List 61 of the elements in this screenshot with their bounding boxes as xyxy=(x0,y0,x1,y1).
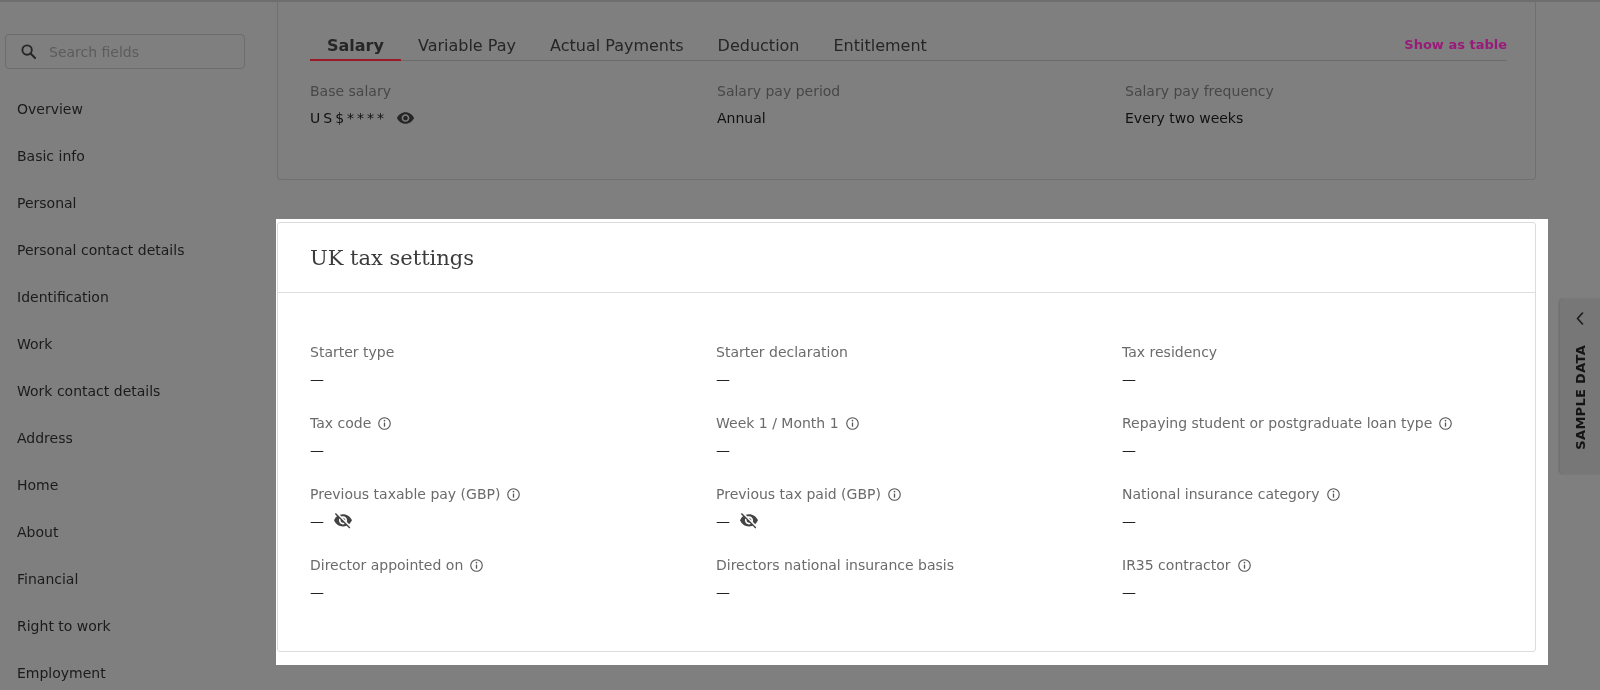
field-value: — xyxy=(1122,512,1136,530)
sidebar-item[interactable]: Financial xyxy=(17,570,79,588)
sidebar-item[interactable]: Employment xyxy=(17,664,106,682)
info-icon[interactable] xyxy=(845,416,859,430)
card-title: UK tax settings xyxy=(310,244,475,271)
field-label: Directors national insurance basis xyxy=(716,556,954,574)
sidebar-item[interactable]: Work xyxy=(17,335,53,353)
field-value: — xyxy=(310,512,324,530)
info-icon[interactable] xyxy=(1326,487,1340,501)
field-value: — xyxy=(310,441,324,459)
info-icon[interactable] xyxy=(378,416,392,430)
info-icon[interactable] xyxy=(1439,416,1453,430)
sidebar-item[interactable]: Overview xyxy=(17,100,83,118)
tab[interactable]: Deduction xyxy=(700,36,817,61)
field-value: Every two weeks xyxy=(1125,109,1244,127)
field-value: Annual xyxy=(717,109,766,127)
field-value: — xyxy=(1122,583,1136,601)
field-label: Director appointed on xyxy=(310,556,464,574)
field-label: Previous tax paid (GBP) xyxy=(716,485,881,503)
sample-data-tab[interactable]: SAMPLE DATA xyxy=(1560,299,1600,474)
sidebar-item[interactable]: Personal xyxy=(17,194,77,212)
field-value: — xyxy=(716,583,730,601)
info-icon[interactable] xyxy=(507,487,521,501)
field-label: IR35 contractor xyxy=(1122,556,1231,574)
field-label: Base salary xyxy=(310,82,391,100)
tab[interactable]: Actual Payments xyxy=(533,36,701,61)
field-label: Tax residency xyxy=(1122,343,1218,361)
field-label: Repaying student or postgraduate loan type xyxy=(1122,414,1433,432)
sidebar-item[interactable]: Personal contact details xyxy=(17,241,185,259)
field-value: — xyxy=(310,583,324,601)
tab[interactable]: Salary xyxy=(310,36,401,61)
info-icon[interactable] xyxy=(1237,558,1251,572)
sidebar-item[interactable]: About xyxy=(17,523,59,541)
field-label: Salary pay period xyxy=(717,82,841,100)
info-icon[interactable] xyxy=(470,558,484,572)
sidebar-item[interactable]: Home xyxy=(17,476,59,494)
info-icon[interactable] xyxy=(887,487,901,501)
field-value: — xyxy=(716,512,730,530)
tab[interactable]: Entitlement xyxy=(816,36,944,61)
field-value: — xyxy=(1122,370,1136,388)
field-label: Starter type xyxy=(310,343,395,361)
sidebar-item[interactable]: Address xyxy=(17,429,73,447)
search-icon xyxy=(21,44,36,59)
field-value: US$**** xyxy=(310,109,388,127)
field-value: — xyxy=(716,370,730,388)
field-label: Starter declaration xyxy=(716,343,848,361)
sidebar-item[interactable]: Work contact details xyxy=(17,382,161,400)
field-value: — xyxy=(716,441,730,459)
sidebar-item[interactable]: Identification xyxy=(17,288,109,306)
eye-icon[interactable] xyxy=(397,112,415,124)
field-value: — xyxy=(310,370,324,388)
field-label: Previous taxable pay (GBP) xyxy=(310,485,501,503)
field-label: National insurance category xyxy=(1122,485,1320,503)
field-label: Week 1 / Month 1 xyxy=(716,414,839,432)
field-label: Tax code xyxy=(310,414,372,432)
field-label: Salary pay frequency xyxy=(1125,82,1274,100)
sidebar-item[interactable]: Right to work xyxy=(17,617,111,635)
sidebar-item[interactable]: Basic info xyxy=(17,147,85,165)
chevron-left-icon xyxy=(1576,312,1584,325)
field-value: — xyxy=(1122,441,1136,459)
tab[interactable]: Variable Pay xyxy=(400,36,533,61)
